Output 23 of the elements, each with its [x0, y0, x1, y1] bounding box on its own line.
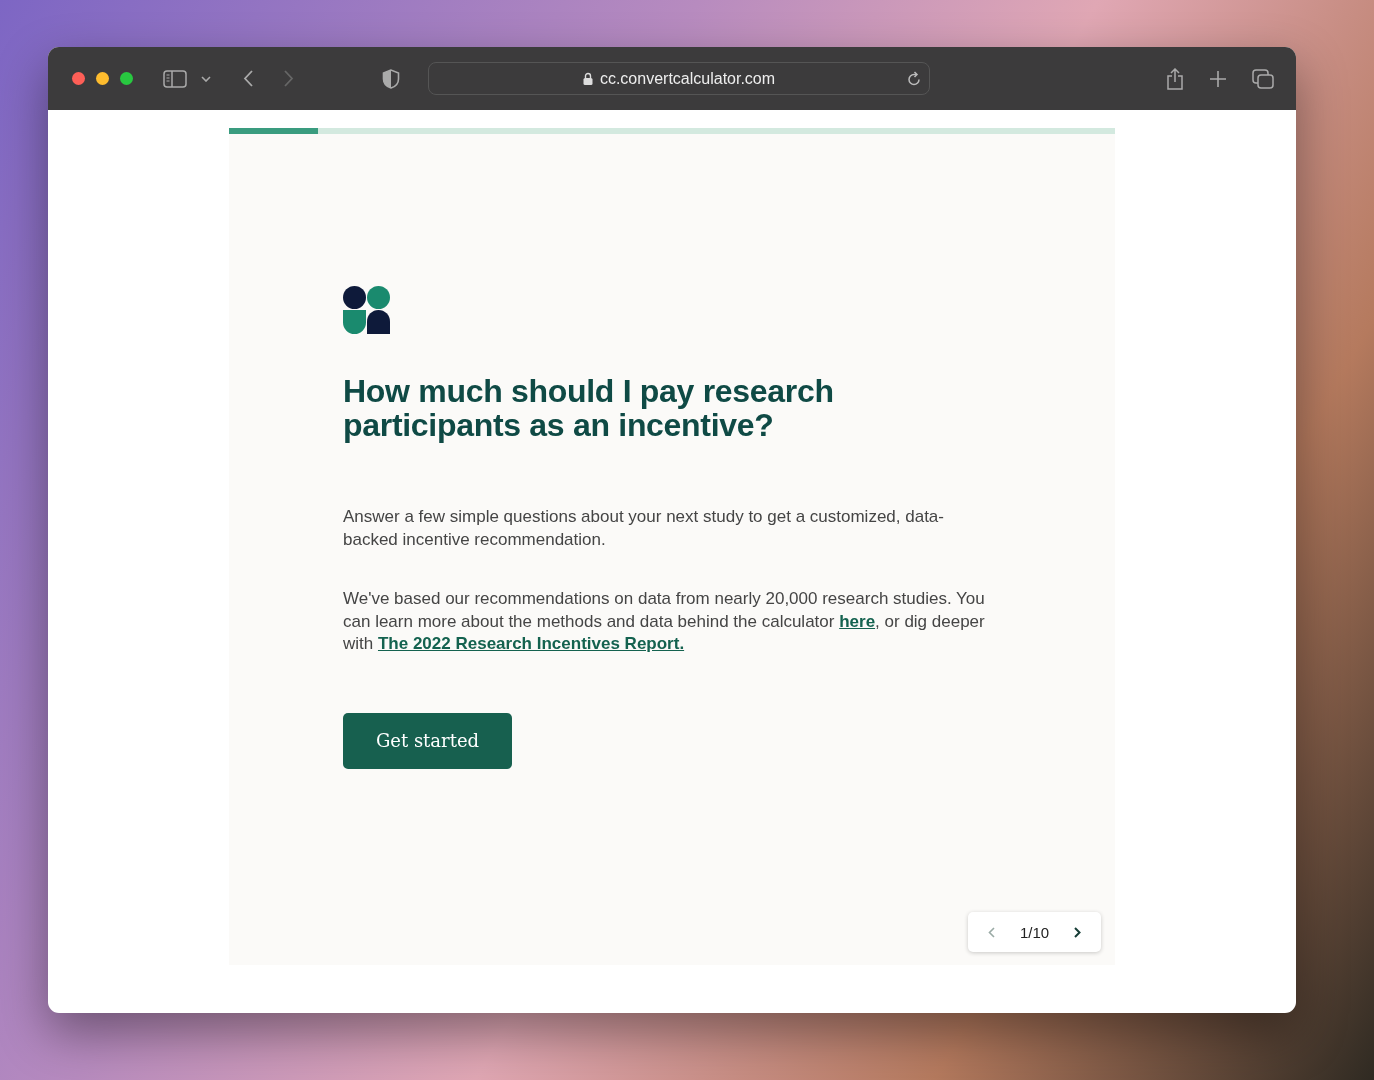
reload-icon[interactable] — [907, 71, 921, 86]
share-icon[interactable] — [1166, 67, 1184, 90]
close-button[interactable] — [72, 72, 85, 85]
sidebar-icon[interactable] — [163, 69, 187, 88]
lock-icon — [582, 72, 593, 85]
tabs-icon[interactable] — [1252, 68, 1274, 89]
address-bar[interactable]: cc.convertcalculator.com — [428, 62, 930, 95]
page-counter: 1/10 — [1019, 923, 1050, 941]
minimize-button[interactable] — [96, 72, 109, 85]
here-link[interactable]: here — [839, 611, 876, 631]
intro-paragraph: Answer a few simple questions about your next study to get a customized, data-backed incentive recommendation. — [343, 506, 945, 551]
chevron-down-icon[interactable] — [201, 75, 211, 82]
url-text: cc.convertcalculator.com — [599, 69, 776, 88]
next-icon[interactable] — [1074, 926, 1081, 938]
maximize-button[interactable] — [120, 72, 133, 85]
report-link[interactable]: The 2022 Research Incentives Report. — [377, 634, 685, 653]
page-heading: How much should I pay research participants as an incentive? — [343, 374, 835, 442]
get-started-button[interactable]: Get started — [343, 712, 512, 769]
plus-icon[interactable] — [1210, 70, 1226, 87]
shield-icon[interactable] — [382, 68, 400, 89]
details-paragraph: We've based our recommendations on data from nearly 20,000 research studies. You can learn more about the methods and data behind the calculator here, or dig deeper with The 2022 Research Incentives Report. — [343, 588, 986, 655]
people-logo-icon — [343, 286, 391, 334]
back-icon[interactable] — [243, 70, 253, 87]
